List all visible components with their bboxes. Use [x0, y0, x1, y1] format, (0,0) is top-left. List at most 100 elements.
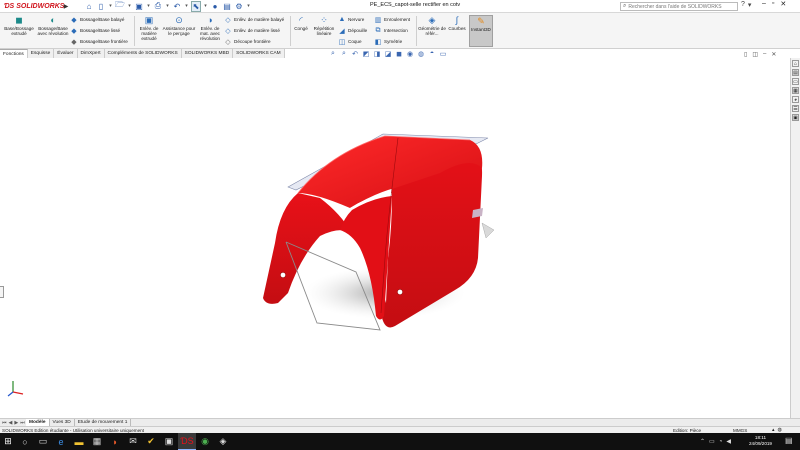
options-dropdown-icon[interactable]: ▾ — [246, 1, 251, 12]
tab-features[interactable]: Fonctions — [0, 49, 28, 58]
chrome-icon[interactable]: ◉ — [196, 433, 214, 450]
doc-tile-icon[interactable]: ◫ — [752, 51, 758, 58]
store-icon[interactable]: ▦ — [88, 433, 106, 450]
display-style-icon[interactable]: ◼ — [395, 50, 403, 58]
instant3d-button[interactable]: ✎ Instant3D — [469, 15, 493, 47]
appearances-icon[interactable]: ◕ — [792, 96, 799, 103]
scroll-last-icon[interactable]: ⏭ — [20, 420, 25, 426]
solidworks-resources-icon[interactable]: ⌂ — [792, 60, 799, 67]
boundary-cut-button[interactable]: ◇ Découpe frontière — [224, 38, 270, 46]
dynamic-annotation-icon[interactable]: ◨ — [373, 50, 381, 58]
forum-icon[interactable]: ▣ — [792, 114, 799, 121]
new-dropdown-icon[interactable]: ▾ — [108, 1, 113, 12]
intersect-button[interactable]: ⧉ Intersection — [374, 27, 408, 34]
hood-part-model[interactable] — [0, 58, 790, 418]
home-icon[interactable]: ⌂ — [84, 1, 94, 12]
maximize-icon[interactable]: ▫ — [772, 0, 774, 8]
extrude-cut-button[interactable]: ▣ Enlèv. de matière extrudé — [136, 15, 162, 41]
notification-icon[interactable]: ▤ — [785, 436, 793, 445]
file-explorer-taskbar-icon[interactable]: ▬ — [70, 433, 88, 450]
fillet-button[interactable]: ◜ Congé — [291, 15, 311, 31]
help-search-input[interactable]: ⌕ Rechercher dans l'aide de SOLIDWORKS — [620, 2, 738, 11]
loft-cut-button[interactable]: ◇ Enlèv. de matière lissé — [224, 27, 280, 35]
taskbar-clock[interactable]: 18:11 24/09/2019 — [749, 435, 772, 447]
tab-addins[interactable]: Compléments de SOLIDWORKS — [104, 49, 182, 58]
feature-tree-flyout-handle[interactable] — [0, 286, 4, 298]
save-dropdown-icon[interactable]: ▾ — [146, 1, 151, 12]
save-icon[interactable]: ▣ — [134, 1, 144, 12]
doc-restore-icon[interactable]: ▯ — [744, 51, 747, 58]
sweep-cut-button[interactable]: ◇ Enlèv. de matière balayé — [224, 16, 284, 24]
boundary-boss-button[interactable]: ◆ Bossage/Base frontière — [70, 38, 127, 46]
zoom-area-icon[interactable]: ⌕ — [340, 50, 348, 58]
undo-icon[interactable]: ↶ — [172, 1, 182, 12]
file-explorer-icon[interactable]: ▭ — [792, 78, 799, 85]
solidworks-taskbar-icon[interactable]: ƊS — [178, 433, 196, 450]
open-dropdown-icon[interactable]: ▾ — [127, 1, 132, 12]
windows-start-icon[interactable]: ⊞ — [0, 433, 16, 450]
menu-expand-arrow-icon[interactable]: ▶ — [62, 0, 70, 13]
scroll-prev-icon[interactable]: ◀ — [9, 420, 13, 426]
taskbar-search-icon[interactable]: ○ — [16, 433, 34, 450]
edit-appearance-icon[interactable]: ◍ — [417, 50, 425, 58]
app-orange-icon[interactable]: ◗ — [106, 433, 124, 450]
close-icon[interactable]: ✕ — [780, 0, 786, 8]
design-library-icon[interactable]: ▤ — [792, 69, 799, 76]
hole-wizard-button[interactable]: ⊙ Assistance pour le perçage — [162, 15, 196, 36]
graphics-area[interactable] — [0, 58, 790, 418]
solidworks-logo[interactable]: ƊS SOLIDWORKS — [0, 0, 64, 13]
office-icon[interactable]: ▣ — [160, 433, 178, 450]
open-folder-icon[interactable]: 🗁 — [115, 0, 125, 12]
previous-view-icon[interactable]: ↶ — [351, 50, 359, 58]
select-cursor-icon[interactable]: ⬉ — [191, 0, 201, 12]
select-dropdown-icon[interactable]: ▾ — [203, 1, 208, 12]
tab-cam[interactable]: SOLIDWORKS CAM — [233, 49, 285, 58]
reference-geometry-button[interactable]: ◈ Géométrie de référ... — [418, 15, 446, 36]
doc-close-icon[interactable]: ✕ — [771, 51, 776, 58]
wrap-button[interactable]: ▥ Enroulement — [374, 16, 410, 24]
rib-button[interactable]: ▲ Nervure — [338, 16, 365, 23]
zoom-to-fit-icon[interactable]: ⌕ — [329, 50, 337, 58]
sweep-boss-button[interactable]: ◆ Bossage/Base balayé — [70, 16, 124, 24]
hide-show-icon[interactable]: ◉ — [406, 50, 414, 58]
view-orientation-icon[interactable]: ◪ — [384, 50, 392, 58]
file-properties-icon[interactable]: ▤ — [222, 1, 232, 12]
task-view-icon[interactable]: ▭ — [34, 433, 52, 450]
print-dropdown-icon[interactable]: ▾ — [165, 1, 170, 12]
shell-button[interactable]: ◫ Coque — [338, 38, 362, 46]
tab-evaluate[interactable]: Évaluer — [54, 49, 78, 58]
help-question-icon[interactable]: ? — [741, 1, 745, 9]
section-view-icon[interactable]: ◩ — [362, 50, 370, 58]
app-misc-icon[interactable]: ◈ — [214, 433, 232, 450]
battery-icon[interactable]: ▭ — [709, 438, 715, 445]
linear-pattern-button[interactable]: ⁘ Répétition linéaire — [311, 15, 337, 36]
view-settings-icon[interactable]: ▭ — [439, 50, 447, 58]
loft-boss-button[interactable]: ◆ Bossage/Base lissé — [70, 27, 120, 35]
draft-button[interactable]: ◢ Dépouille — [338, 27, 367, 35]
edge-browser-icon[interactable]: e — [52, 433, 70, 450]
options-gear-icon[interactable]: ⚙ — [234, 1, 244, 12]
revolve-cut-button[interactable]: ◑ Enlèv. de mat. avec révolution — [197, 15, 223, 41]
extrude-boss-button[interactable]: ◼ Base/Bossage extrudé — [3, 15, 35, 36]
custom-properties-icon[interactable]: ☰ — [792, 105, 799, 112]
curves-button[interactable]: ∫ Courbes — [446, 15, 468, 31]
mirror-button[interactable]: ◧ Symétrie — [374, 38, 402, 46]
mail-icon[interactable]: ✉ — [124, 433, 142, 450]
network-icon[interactable]: ◔ — [719, 439, 723, 445]
tab-dimxpert[interactable]: DimXpert — [77, 49, 105, 58]
apply-scene-icon[interactable]: ◓ — [428, 50, 436, 58]
minimize-icon[interactable]: – — [762, 0, 766, 8]
scroll-first-icon[interactable]: ⏮ — [2, 420, 7, 426]
scroll-next-icon[interactable]: ▶ — [14, 420, 18, 426]
print-icon[interactable]: ⎙ — [153, 1, 163, 12]
view-palette-icon[interactable]: ▦ — [792, 87, 799, 94]
norton-check-icon[interactable]: ✔ — [142, 433, 160, 450]
rebuild-icon[interactable]: ● — [210, 1, 220, 12]
new-document-icon[interactable]: ▯ — [96, 1, 106, 12]
doc-min-icon[interactable]: – — [763, 51, 766, 58]
help-dropdown-icon[interactable]: ▾ — [748, 1, 752, 9]
tray-expand-icon[interactable]: ⌃ — [700, 438, 705, 445]
volume-icon[interactable]: ◀ — [726, 438, 731, 445]
undo-dropdown-icon[interactable]: ▾ — [184, 1, 189, 12]
revolve-boss-button[interactable]: ◐ Bossage/Base avec révolution — [37, 15, 69, 36]
